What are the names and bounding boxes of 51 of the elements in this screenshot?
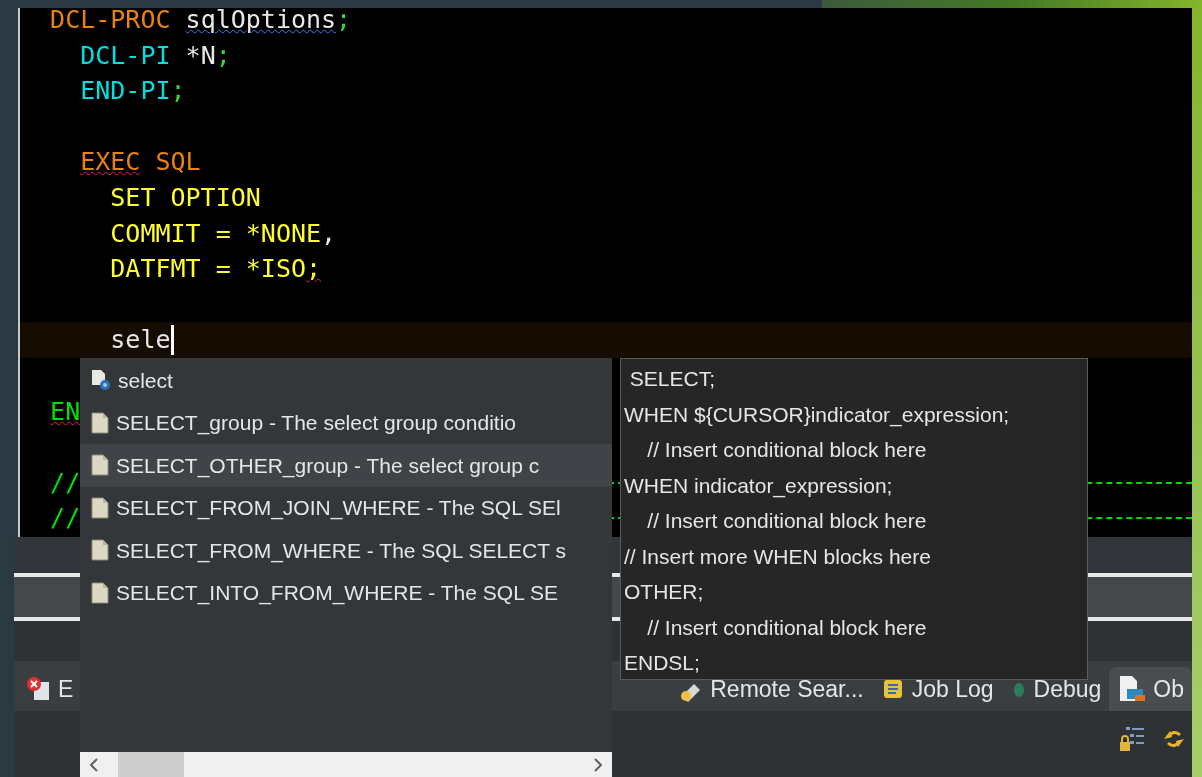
document-icon xyxy=(90,454,110,477)
code-text: END-PI xyxy=(80,75,171,108)
preview-line: SELECT; xyxy=(628,366,717,392)
code-text: EN xyxy=(50,395,81,428)
panel-tab[interactable]: Debug xyxy=(1001,667,1110,711)
code-text: SQL xyxy=(155,146,201,179)
code-text: ; xyxy=(306,253,322,286)
error-list-icon xyxy=(26,676,52,702)
code-text: *N xyxy=(185,39,216,72)
completion-item[interactable]: SELECT_FROM_JOIN_WHERE - The SQL SEl xyxy=(80,486,612,529)
panel-tab[interactable]: E xyxy=(18,667,82,711)
object-table-icon xyxy=(1117,675,1148,703)
code-text: ; xyxy=(215,39,231,72)
document-icon xyxy=(90,411,110,434)
scroll-right-icon[interactable] xyxy=(592,756,604,773)
preview-line: OTHER; xyxy=(624,579,705,605)
code-text: , xyxy=(321,217,337,250)
completion-item[interactable]: SELECT_group - The select group conditio xyxy=(80,401,612,444)
preview-line: // Insert more WHEN blocks here xyxy=(624,543,932,570)
code-text: // xyxy=(50,466,81,499)
preview-line: // Insert conditional block here xyxy=(646,614,928,641)
completion-item[interactable]: SELECT_OTHER_group - The select group c xyxy=(80,444,612,487)
document-gear-icon xyxy=(90,369,112,392)
code-text: DCL-PROC xyxy=(50,8,171,36)
tree-lock-icon[interactable] xyxy=(1118,725,1146,753)
document-icon xyxy=(90,539,110,562)
code-text: EXEC xyxy=(80,146,141,179)
code-text: SET OPTION xyxy=(110,181,261,214)
code-text: COMMIT = *NONE xyxy=(110,217,322,250)
document-icon xyxy=(90,496,110,519)
code-text: ; xyxy=(170,75,186,108)
preview-line: // Insert conditional block here xyxy=(646,437,928,463)
panel-tab[interactable]: Job Log xyxy=(871,667,1002,711)
scroll-left-icon[interactable] xyxy=(88,756,100,773)
code-text: DCL-PI xyxy=(80,39,171,72)
code-text: // xyxy=(50,502,81,535)
code-text: DATFMT = *ISO xyxy=(110,253,306,286)
horizontal-scrollbar[interactable] xyxy=(80,752,612,777)
preview-line: // Insert conditional block here xyxy=(646,508,928,534)
preview-line: WHEN indicator_expression; xyxy=(624,472,894,500)
panel-tab[interactable]: Ob xyxy=(1109,667,1192,711)
completion-item[interactable]: SELECT_INTO_FROM_WHERE - The SQL SE xyxy=(80,571,612,614)
document-icon xyxy=(90,581,110,604)
preview-line: ENDSL; xyxy=(624,650,701,676)
text-cursor xyxy=(170,325,174,356)
code-text: sqlOptions xyxy=(185,8,337,36)
code-text: ; xyxy=(336,8,352,36)
scrollbar-thumb[interactable] xyxy=(118,752,184,777)
preview-line: WHEN ${CURSOR}indicator_expression; xyxy=(624,401,1011,429)
code-text: sele xyxy=(110,324,171,357)
completion-item[interactable]: select xyxy=(80,359,612,402)
